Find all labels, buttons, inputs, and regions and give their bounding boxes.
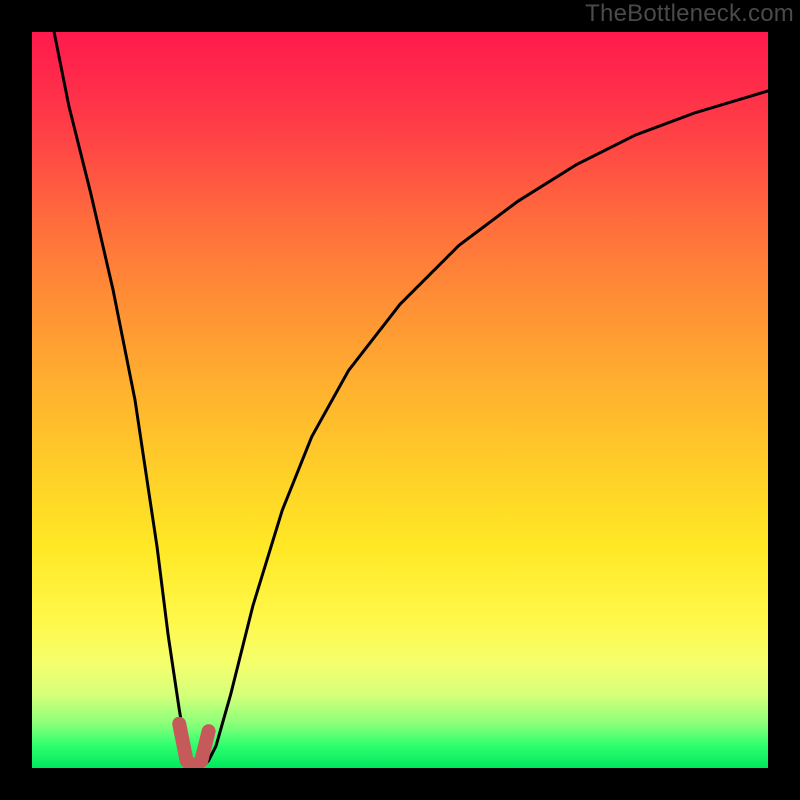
optimal-range-highlight [179,724,208,768]
watermark-text: TheBottleneck.com [585,0,794,28]
plot-area [32,32,768,768]
chart-frame: TheBottleneck.com [0,0,800,800]
curve-svg [32,32,768,768]
bottleneck-curve [54,32,768,768]
